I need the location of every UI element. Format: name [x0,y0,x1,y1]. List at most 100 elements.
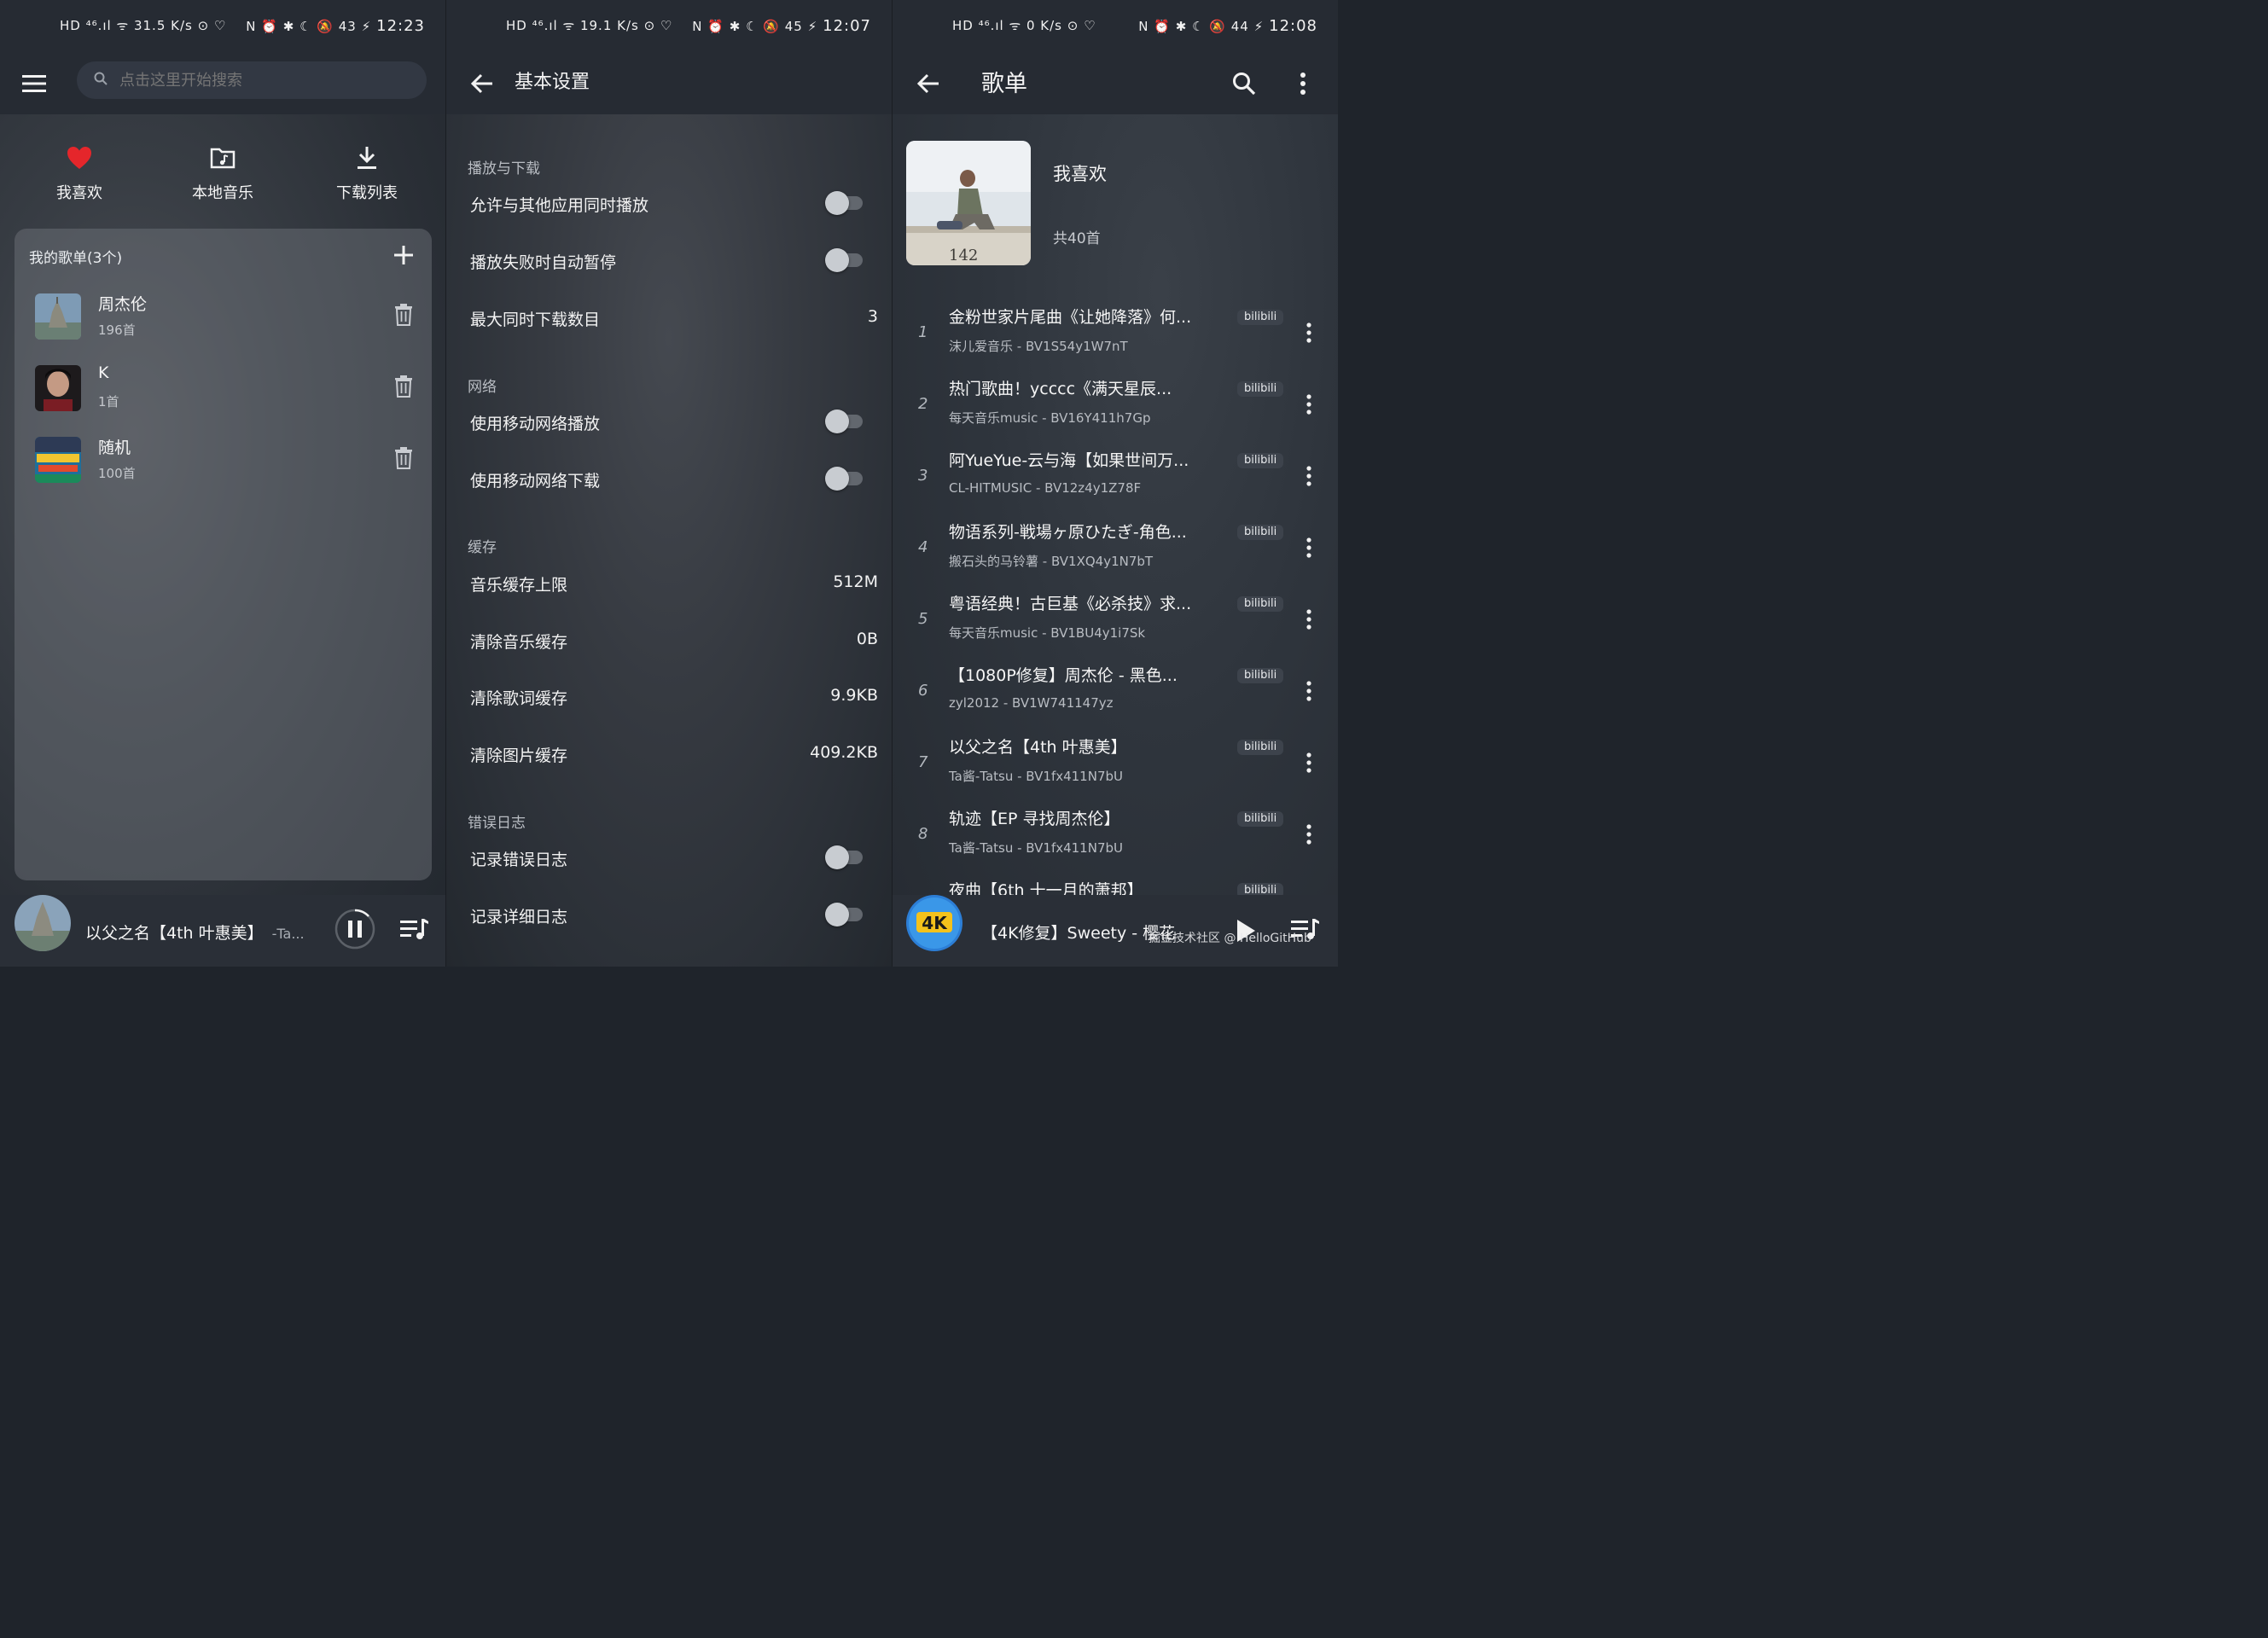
playlist-name: K [98,363,109,382]
setting-cache-limit[interactable]: 音乐缓存上限 512M [470,566,878,600]
song-title: 轨迹【EP 寻找周杰伦】 [949,810,1120,828]
song-more-icon[interactable] [1302,820,1316,849]
setting-log-verbose[interactable]: 记录详细日志 [470,897,878,932]
watermark: 掘金技术社区 @ HelloGitHub [1149,932,1311,945]
status-left: HD ⁴⁶.ıl ᯤ 31.5 K/s ⊙ ♡ [60,18,227,33]
shortcut-local-music[interactable]: 本地音乐 [172,145,274,203]
page-title: 歌单 [981,71,1027,97]
source-badge: bilibili [1237,811,1284,827]
song-row[interactable]: 1 金粉世家片尾曲《让她降落》何... 沫儿爱音乐 - BV1S54y1W7nT… [893,294,1338,366]
status-left: HD ⁴⁶.ıl ᯤ 19.1 K/s ⊙ ♡ [506,18,673,33]
status-bar: HD ⁴⁶.ıl ᯤ 19.1 K/s ⊙ ♡ N ⏰ ✱ ☾ 🔕 45 ⚡ 12… [446,0,892,55]
shortcut-downloads[interactable]: 下载列表 [316,145,418,203]
song-number: 4 [918,538,928,556]
song-subtitle: 搬石头的马铃薯 - BV1XQ4y1N7bT [949,554,1154,569]
search-icon[interactable] [1227,65,1261,102]
setting-value: 9.9KB [830,686,878,705]
now-playing-artwork: 4K [906,895,962,951]
toggle-switch[interactable] [825,467,864,491]
playlist-name: 周杰伦 [98,295,148,314]
song-subtitle: Ta酱-Tatsu - BV1fx411N7bU [949,769,1123,784]
toggle-switch[interactable] [825,845,864,869]
status-bar: HD ⁴⁶.ıl ᯤ 31.5 K/s ⊙ ♡ N ⏰ ✱ ☾ 🔕 43 ⚡ 12… [0,0,445,55]
setting-log-errors[interactable]: 记录错误日志 [470,840,878,874]
download-icon [353,147,381,174]
setting-value: 409.2KB [810,743,878,762]
song-row[interactable]: 5 粤语经典！古巨基《必杀技》求... 每天音乐music - BV1BU4y1… [893,581,1338,653]
song-more-icon[interactable] [1302,318,1316,347]
more-options-icon[interactable] [1290,65,1316,102]
mini-player[interactable]: 以父之名【4th 叶惠美】 -Ta... [0,895,445,967]
song-row[interactable]: 4 物语系列-戦場ヶ原ひたぎ-角色... 搬石头的马铃薯 - BV1XQ4y1N… [893,509,1338,581]
song-subtitle: 沫儿爱音乐 - BV1S54y1W7nT [949,339,1128,354]
playlist-count: 1首 [98,394,119,410]
menu-icon[interactable] [19,67,49,101]
shortcut-favorites[interactable]: 我喜欢 [28,145,131,203]
setting-clear-image-cache[interactable]: 清除图片缓存 409.2KB [470,736,878,770]
disc-4k-label: 4K [922,913,948,933]
home-appbar [0,55,445,114]
now-playing-title: 【4K修复】Sweety - 樱花 [981,924,1176,943]
song-number: 5 [918,610,928,628]
song-row[interactable]: 7 以父之名【4th 叶惠美】 Ta酱-Tatsu - BV1fx411N7bU… [893,724,1338,796]
song-number: 3 [918,467,928,485]
cover-number: 142 [949,247,978,264]
playlist-item[interactable]: 随机 100首 [15,430,432,502]
setting-clear-music-cache[interactable]: 清除音乐缓存 0B [470,623,878,657]
song-title: 热门歌曲！ycccc《满天星辰... [949,380,1172,398]
settings-panel: HD ⁴⁶.ıl ᯤ 19.1 K/s ⊙ ♡ N ⏰ ✱ ☾ 🔕 45 ⚡ 12… [446,0,892,967]
playlist-cover: 142 [906,141,1031,265]
setting-label: 播放失败时自动暂停 [470,253,617,272]
now-playing-artist: -Ta... [271,926,305,942]
playlist-thumbnail [35,437,81,483]
playlist-title: 我喜欢 [1053,164,1107,184]
back-arrow-icon[interactable] [465,65,499,102]
playlist-count: 100首 [98,466,136,481]
toggle-switch[interactable] [825,191,864,215]
song-row[interactable]: 3 阿YueYue-云与海【如果世间万... CL-HITMUSIC - BV1… [893,438,1338,509]
setting-label: 记录详细日志 [470,908,568,926]
source-badge: bilibili [1237,453,1284,468]
playlist-item[interactable]: K 1首 [15,358,432,430]
playlist-item[interactable]: 周杰伦 196首 [15,287,432,358]
song-more-icon[interactable] [1302,677,1316,706]
setting-clear-lyrics-cache[interactable]: 清除歌词缓存 9.9KB [470,679,878,713]
song-row[interactable]: 8 轨迹【EP 寻找周杰伦】 Ta酱-Tatsu - BV1fx411N7bU … [893,796,1338,868]
setting-value: 0B [856,630,878,648]
song-more-icon[interactable] [1302,462,1316,491]
song-number: 6 [918,682,928,700]
search-input[interactable] [118,70,394,90]
playlist-queue-icon[interactable] [399,917,430,943]
pause-icon[interactable] [334,909,375,950]
song-subtitle: 每天音乐music - BV1BU4y1i7Sk [949,625,1146,641]
search-bar[interactable] [77,61,427,99]
setting-label: 清除歌词缓存 [470,689,568,708]
setting-label: 最大同时下载数目 [470,311,601,329]
trash-icon[interactable] [393,374,415,399]
song-more-icon[interactable] [1302,533,1316,562]
add-playlist-icon[interactable] [391,242,416,268]
song-row[interactable]: 2 热门歌曲！ycccc《满天星辰... 每天音乐music - BV16Y41… [893,366,1338,438]
setting-mobile-download[interactable]: 使用移动网络下载 [470,462,878,496]
setting-allow-other-apps[interactable]: 允许与其他应用同时播放 [470,186,878,220]
song-more-icon[interactable] [1302,748,1316,777]
setting-label: 允许与其他应用同时播放 [470,196,649,215]
toggle-switch[interactable] [825,903,864,926]
status-right: N ⏰ ✱ ☾ 🔕 45 ⚡ 12:07 [692,17,871,35]
song-number: 2 [918,395,928,413]
setting-mobile-play[interactable]: 使用移动网络播放 [470,404,878,439]
toggle-switch[interactable] [825,410,864,433]
screen: HD ⁴⁶.ıl ᯤ 31.5 K/s ⊙ ♡ N ⏰ ✱ ☾ 🔕 43 ⚡ 12… [0,0,1338,967]
song-more-icon[interactable] [1302,390,1316,419]
trash-icon[interactable] [393,445,415,471]
mini-player[interactable]: 4K 【4K修复】Sweety - 樱花 掘金技术社区 @ HelloGitHu… [893,895,1338,967]
setting-auto-pause[interactable]: 播放失败时自动暂停 [470,243,878,277]
song-subtitle: CL-HITMUSIC - BV12z4y1Z78F [949,480,1142,496]
back-arrow-icon[interactable] [911,65,945,102]
setting-max-downloads[interactable]: 最大同时下载数目 3 [470,300,878,334]
song-row[interactable]: 6 【1080P修复】周杰伦 - 黑色... zyl2012 - BV1W741… [893,653,1338,724]
toggle-switch[interactable] [825,248,864,272]
setting-label: 音乐缓存上限 [470,576,568,595]
song-more-icon[interactable] [1302,605,1316,634]
trash-icon[interactable] [393,302,415,328]
